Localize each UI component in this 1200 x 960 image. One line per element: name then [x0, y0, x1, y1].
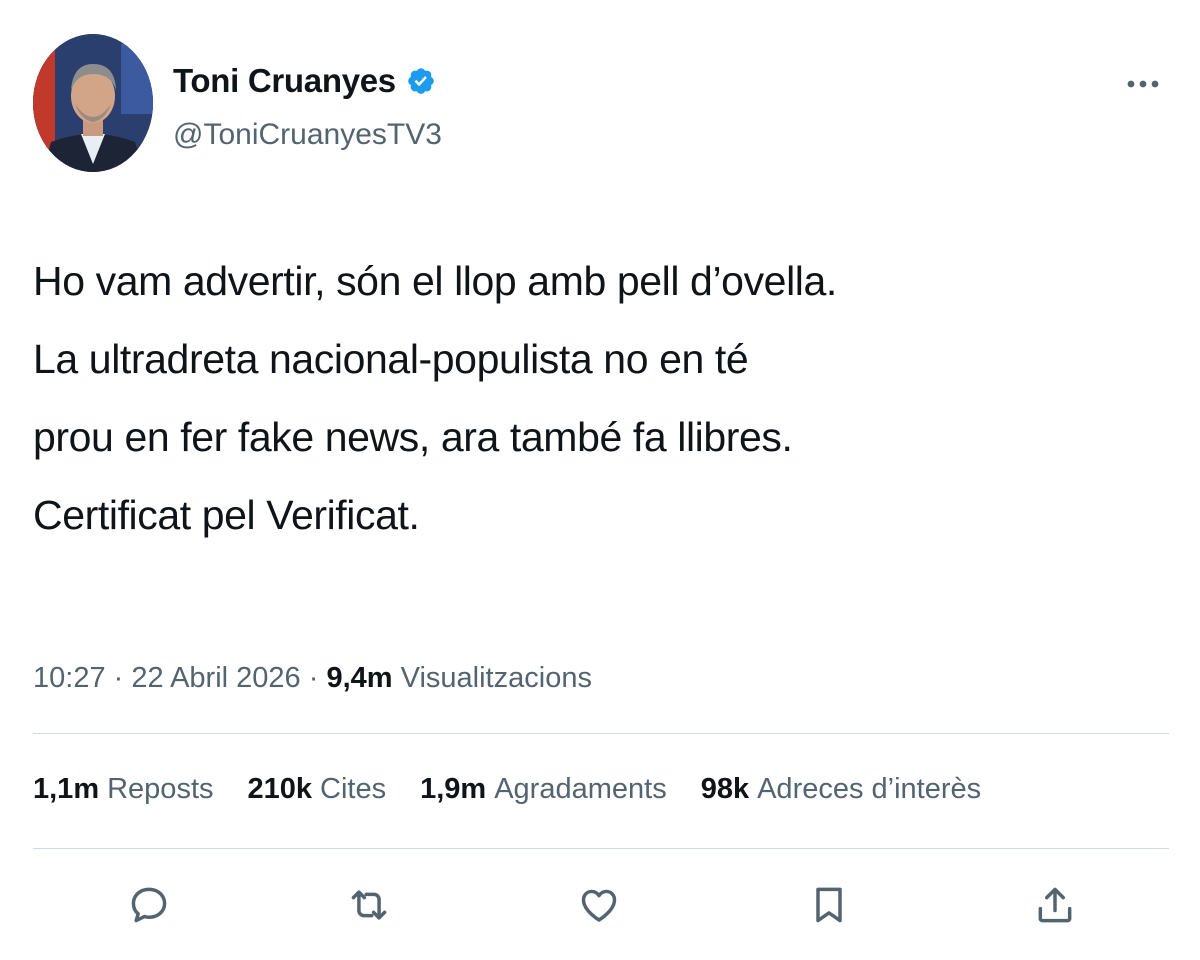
- verified-badge-icon: [406, 66, 436, 96]
- tweet-meta: 10:27 · 22 Abril 2026 · 9,4m Visualitzac…: [33, 662, 592, 695]
- bookmarks-stat[interactable]: 98k Adreces d’interès: [701, 773, 981, 806]
- tweet-text-line: Certificat pel Verificat.: [33, 492, 420, 538]
- quotes-stat[interactable]: 210k Cites: [248, 773, 387, 806]
- meta-separator: ·: [308, 662, 319, 694]
- divider: [33, 733, 1169, 734]
- engagement-stats: 1,1m Reposts 210k Cites 1,9m Agradaments 98…: [33, 773, 981, 806]
- reposts-stat[interactable]: 1,1m Reposts: [33, 773, 214, 806]
- bookmark-icon: [816, 887, 842, 923]
- reply-button[interactable]: [114, 870, 184, 940]
- retweet-button[interactable]: [334, 870, 404, 940]
- quotes-label: Cites: [320, 773, 387, 805]
- tweet-card: Toni Cruanyes @ToniCruanyesTV3 Ho vam ad…: [0, 0, 1200, 960]
- tweet-text-line: La ultradreta nacional-populista no en t…: [33, 336, 749, 382]
- reposts-label: Reposts: [107, 773, 214, 805]
- action-bar: [0, 870, 1200, 940]
- tweet-time[interactable]: 10:27: [33, 662, 106, 694]
- more-horizontal-icon: [1127, 80, 1159, 88]
- likes-stat[interactable]: 1,9m Agradaments: [420, 773, 667, 806]
- tweet-text-line: prou en fer fake news, ara també fa llib…: [33, 414, 793, 460]
- bookmark-button[interactable]: [794, 870, 864, 940]
- bookmarks-count: 98k: [700, 773, 750, 805]
- tweet-text: Ho vam advertir, són el llop amb pell d’…: [33, 242, 1163, 554]
- quotes-count: 210k: [247, 773, 313, 805]
- author-name-row[interactable]: Toni Cruanyes: [173, 62, 436, 100]
- display-name[interactable]: Toni Cruanyes: [173, 62, 396, 100]
- more-options-button[interactable]: [1118, 66, 1168, 102]
- divider: [33, 848, 1169, 849]
- like-button[interactable]: [564, 870, 634, 940]
- heart-icon: [581, 889, 617, 922]
- reply-icon: [131, 887, 167, 923]
- likes-count: 1,9m: [420, 773, 487, 805]
- avatar[interactable]: [33, 34, 153, 172]
- avatar-image: [33, 34, 153, 172]
- reposts-count: 1,1m: [33, 773, 100, 805]
- views-label: Visualitzacions: [400, 662, 592, 694]
- likes-label: Agradaments: [494, 773, 667, 805]
- meta-separator: ·: [113, 662, 124, 694]
- retweet-icon: [351, 890, 387, 920]
- views-count: 9,4m: [326, 662, 393, 694]
- tweet-date[interactable]: 22 Abril 2026: [131, 662, 300, 694]
- share-button[interactable]: [1020, 870, 1090, 940]
- author-handle[interactable]: @ToniCruanyesTV3: [173, 118, 442, 152]
- bookmarks-label: Adreces d’interès: [757, 773, 982, 805]
- share-icon: [1038, 887, 1072, 923]
- tweet-text-line: Ho vam advertir, són el llop amb pell d’…: [33, 258, 837, 304]
